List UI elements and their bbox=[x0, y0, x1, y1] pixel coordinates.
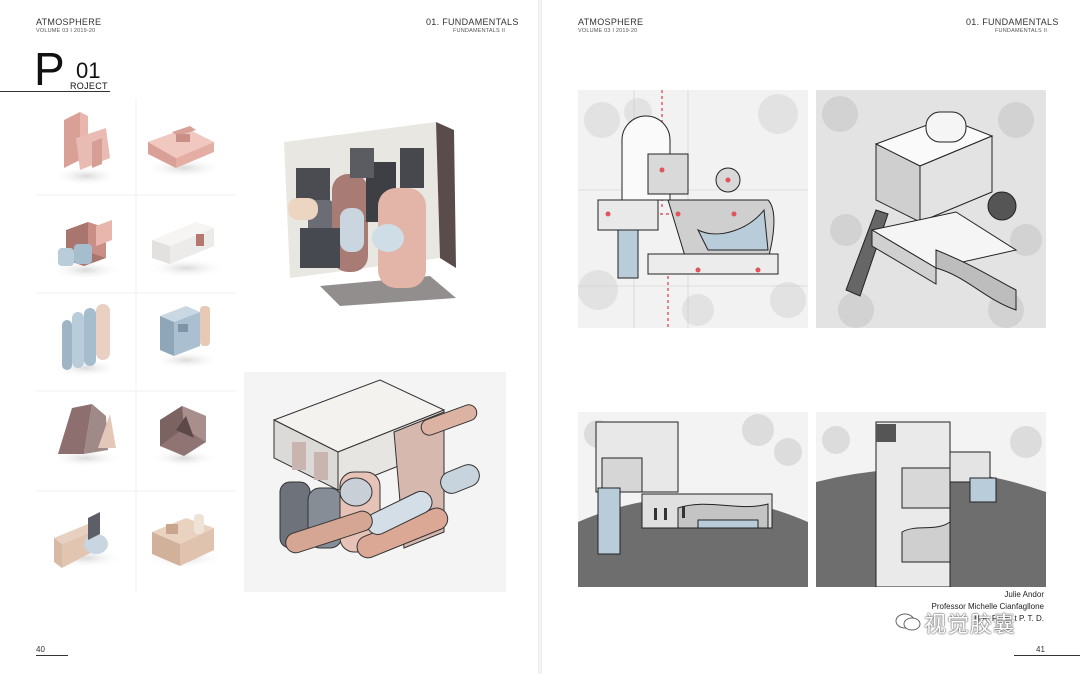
model-1 bbox=[52, 112, 120, 186]
wechat-icon bbox=[895, 613, 921, 631]
right-section-title: 01. FUNDAMENTALS bbox=[966, 17, 1059, 27]
right-header-title: ATMOSPHERE bbox=[578, 17, 644, 27]
large-physical-model bbox=[260, 108, 460, 308]
model-7 bbox=[50, 404, 122, 467]
right-header-volume: VOLUME 03 I 2019-20 bbox=[578, 28, 638, 34]
right-page-number: 41 bbox=[1036, 645, 1045, 654]
project-letter: P bbox=[34, 43, 65, 95]
floor-plan-diagram bbox=[578, 90, 808, 328]
left-footer-rule bbox=[36, 655, 68, 656]
model-8 bbox=[150, 406, 218, 467]
left-header-title: ATMOSPHERE bbox=[36, 17, 102, 27]
left-header-volume: VOLUME 03 I 2019-20 bbox=[36, 28, 96, 34]
section-drawing-2 bbox=[816, 412, 1046, 587]
model-4 bbox=[146, 222, 226, 278]
model-2 bbox=[144, 126, 224, 178]
model-5 bbox=[52, 304, 120, 377]
axonometric-drawing bbox=[816, 90, 1046, 328]
large-axon-model bbox=[244, 372, 506, 592]
project-word: ROJECT bbox=[70, 81, 108, 91]
model-3 bbox=[50, 220, 122, 280]
credit-author: Julie Andor bbox=[1004, 590, 1044, 599]
left-page-number: 40 bbox=[36, 645, 45, 654]
book-gutter bbox=[538, 0, 542, 674]
model-6 bbox=[152, 306, 220, 369]
right-footer-rule bbox=[1014, 655, 1080, 656]
model-10 bbox=[146, 514, 222, 568]
watermark-text: 视觉胶囊 bbox=[924, 613, 1017, 638]
model-9 bbox=[48, 512, 124, 568]
model-study-grid bbox=[36, 98, 236, 593]
right-section-sub: FUNDAMENTALS II bbox=[995, 28, 1048, 34]
left-section-sub: FUNDAMENTALS II bbox=[453, 28, 506, 34]
section-drawing-1 bbox=[578, 412, 808, 587]
left-section-title: 01. FUNDAMENTALS bbox=[426, 17, 519, 27]
project-rule bbox=[0, 91, 110, 92]
book-spread: ATMOSPHERE VOLUME 03 I 2019-20 01. FUNDA… bbox=[0, 0, 1080, 674]
